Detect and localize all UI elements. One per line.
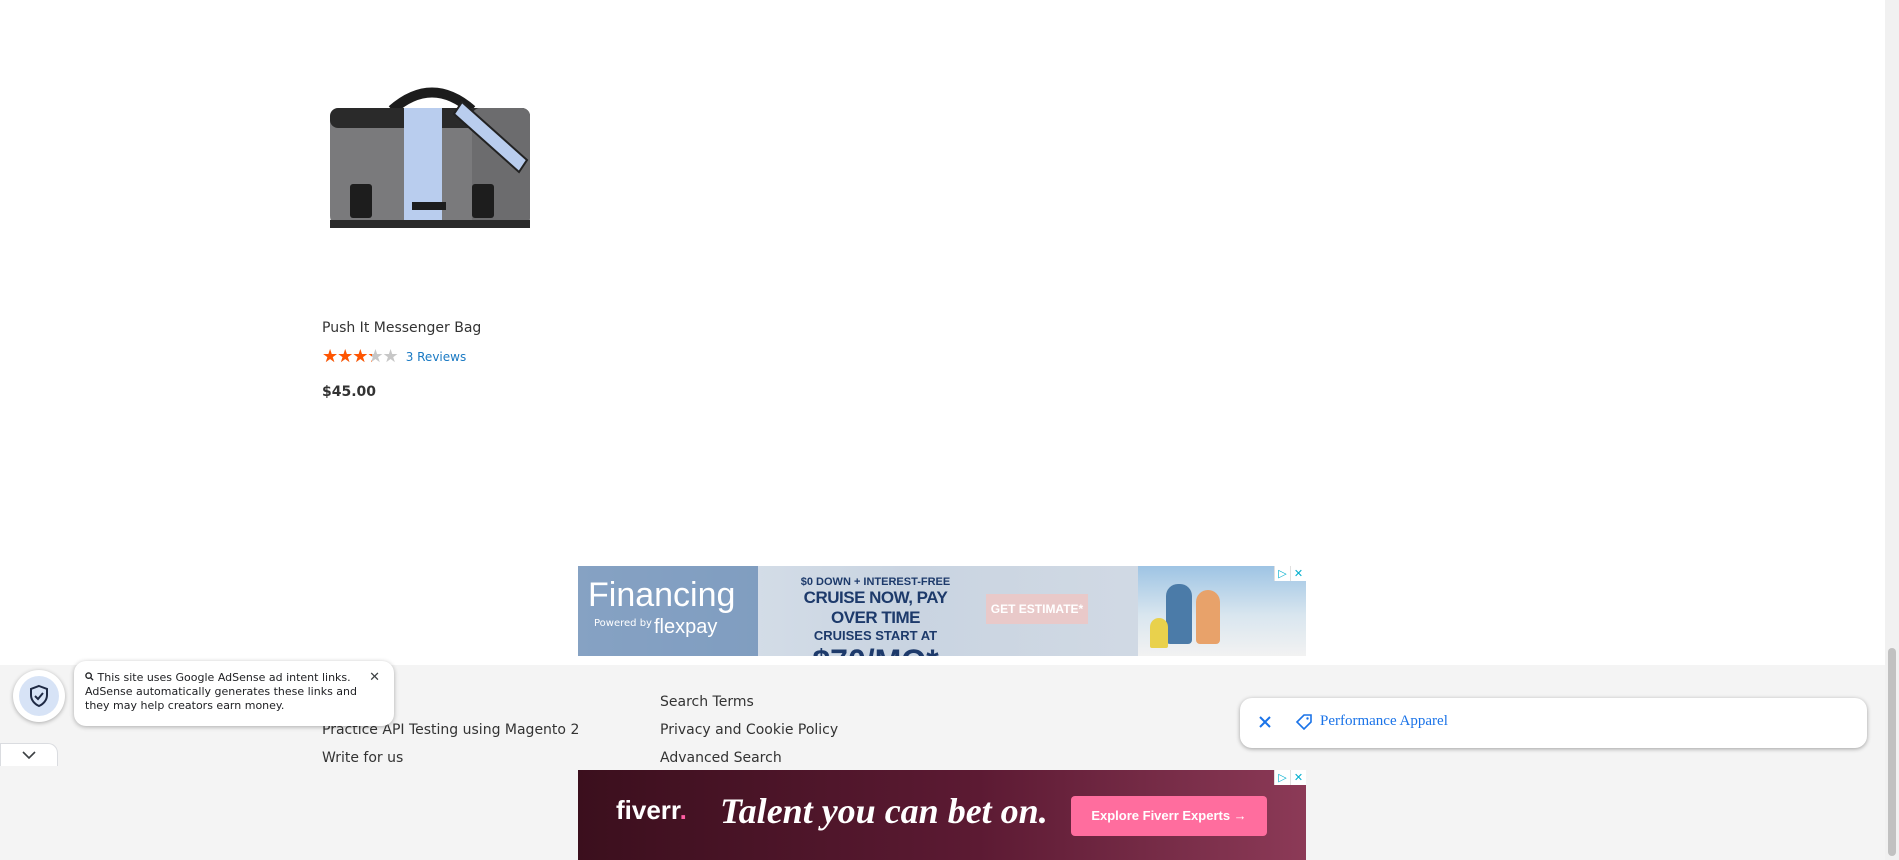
fiverr-logo: fiverr. (616, 795, 687, 826)
adchoices-icon[interactable]: ▷ (1274, 770, 1290, 785)
ad-choices-badge: ▷ ✕ (1274, 566, 1306, 581)
ad-powered-by: Powered by (594, 618, 652, 629)
fiverr-ad-banner[interactable]: fiverr. Talent you can bet on. Explore F… (578, 770, 1306, 860)
footer-link-search-terms[interactable]: Search Terms (660, 694, 754, 710)
privacy-shield-button[interactable] (13, 670, 65, 722)
ad-offer-price: $70/MO* (788, 643, 963, 656)
ad-photo-person (1196, 590, 1220, 644)
footer-link-advanced-search[interactable]: Advanced Search (660, 750, 782, 766)
product-item: Push It Messenger Bag ★★★★★ ★★★★★ 3 Revi… (322, 80, 552, 400)
get-estimate-button[interactable]: GET ESTIMATE* (986, 594, 1088, 624)
rating-stars: ★★★★★ ★★★★★ (322, 348, 399, 366)
financing-ad-banner[interactable]: Financing Powered by flexpay $0 DOWN + I… (578, 566, 1306, 656)
footer-link-privacy[interactable]: Privacy and Cookie Policy (660, 722, 838, 738)
ad-offer-line1: $0 DOWN + INTEREST-FREE (800, 576, 951, 588)
product-rating: ★★★★★ ★★★★★ 3 Reviews (322, 348, 466, 366)
ad-close-icon[interactable]: ✕ (1290, 770, 1306, 785)
adsense-notice-message: This site uses Google AdSense ad intent … (85, 671, 358, 712)
ad-photo-child (1150, 618, 1168, 648)
product-price: $45.00 (322, 384, 377, 400)
adchoices-icon[interactable]: ▷ (1274, 566, 1290, 581)
flexpay-logo: flexpay (654, 616, 718, 638)
ad-offer-line3: CRUISES START AT (813, 628, 938, 643)
ad-offer-line2: CRUISE NOW, PAY OVER TIME (803, 588, 948, 627)
chevron-down-icon (22, 751, 36, 759)
adsense-notice-text: This site uses Google AdSense ad intent … (85, 671, 360, 713)
explore-fiverr-button[interactable]: Explore Fiverr Experts → (1071, 796, 1267, 836)
intent-search-chip[interactable]: Performance Apparel (1240, 698, 1867, 748)
product-image[interactable] (322, 80, 542, 250)
reviews-link[interactable]: 3 Reviews (406, 350, 467, 364)
adsense-notice: This site uses Google AdSense ad intent … (74, 661, 394, 726)
privacy-shield-ring (19, 676, 59, 716)
scrollbar[interactable] (1885, 0, 1899, 860)
ad-tagline: Talent you can bet on. (720, 791, 1048, 831)
ad-close-icon[interactable]: ✕ (1290, 566, 1306, 581)
collapse-toggle[interactable] (0, 743, 58, 766)
scrollbar-thumb[interactable] (1888, 648, 1896, 856)
chip-link-text[interactable]: Performance Apparel (1320, 713, 1448, 730)
rating-stars-filled: ★★★★★ (322, 348, 372, 366)
ad-offer: $0 DOWN + INTEREST-FREE CRUISE NOW, PAY … (788, 576, 963, 656)
ad-title: Financing (588, 576, 736, 614)
ad-photo-person (1166, 584, 1192, 644)
close-icon[interactable]: ✕ (369, 670, 380, 685)
footer-link-write-for-us[interactable]: Write for us (322, 750, 403, 766)
ad-choices-badge: ▷ ✕ (1274, 770, 1306, 785)
search-icon (85, 672, 94, 681)
shield-check-icon (30, 684, 48, 708)
fiverr-logo-text: fiverr (616, 795, 680, 825)
product-name[interactable]: Push It Messenger Bag (322, 320, 481, 336)
tag-icon (1295, 714, 1312, 731)
fiverr-logo-dot: . (679, 795, 687, 825)
close-icon[interactable] (1256, 713, 1274, 731)
